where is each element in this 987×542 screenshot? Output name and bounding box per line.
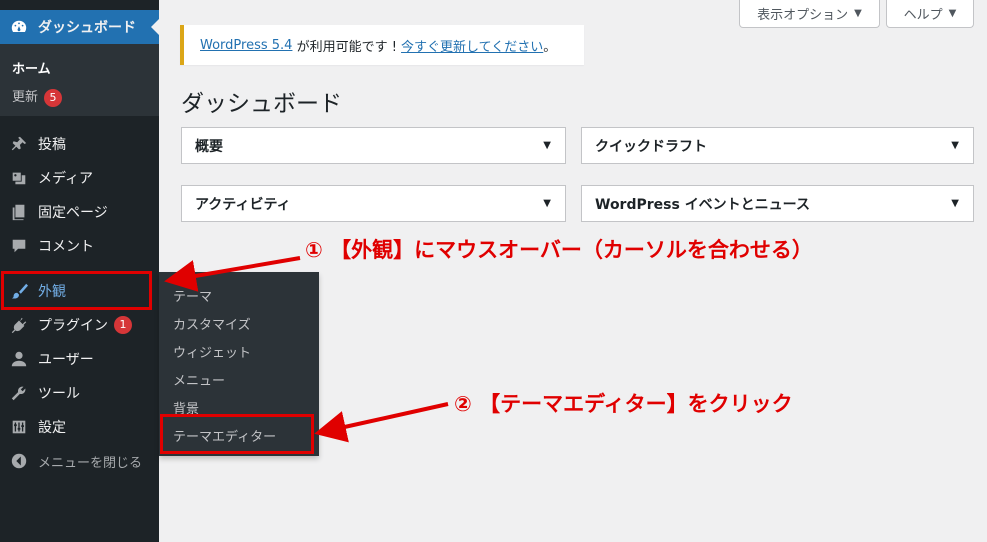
sidebar-item-plugins[interactable]: プラグイン 1 bbox=[0, 308, 159, 342]
appearance-flyout-menu: テーマ カスタマイズ ウィジェット メニュー 背景 テーマエディター bbox=[159, 272, 319, 456]
submenu-updates[interactable]: 更新 5 bbox=[12, 86, 63, 107]
current-menu-arrow bbox=[151, 19, 159, 35]
page-title: ダッシュボード bbox=[181, 91, 342, 117]
sidebar-item-posts[interactable]: 投稿 bbox=[0, 127, 159, 161]
pin-icon bbox=[8, 133, 30, 155]
help-button[interactable]: ヘルプ ▼ bbox=[886, 0, 974, 28]
annotation-step-2: ② 【テーマエディター】をクリック bbox=[454, 392, 793, 416]
widget-at-a-glance[interactable]: 概要 ▼ bbox=[181, 127, 566, 164]
brush-icon bbox=[8, 280, 30, 302]
notice-text: が利用可能です ! bbox=[292, 39, 402, 55]
comment-icon bbox=[8, 235, 30, 257]
sidebar-item-label: ツール bbox=[38, 386, 80, 402]
widget-title: アクティビティ bbox=[195, 196, 291, 213]
sidebar-item-comments[interactable]: コメント bbox=[0, 229, 159, 263]
plugins-count-badge: 1 bbox=[114, 316, 132, 334]
submenu-updates-label: 更新 bbox=[12, 90, 39, 105]
media-icon bbox=[8, 167, 30, 189]
sidebar-item-media[interactable]: メディア bbox=[0, 161, 159, 195]
help-label: ヘルプ bbox=[903, 8, 943, 23]
screen-options-button[interactable]: 表示オプション ▼ bbox=[739, 0, 880, 28]
wrench-icon bbox=[8, 382, 30, 404]
sidebar-item-label: 外観 bbox=[38, 284, 66, 300]
sidebar-item-label: 固定ページ bbox=[38, 205, 108, 221]
sidebar-item-dashboard[interactable]: ダッシュボード bbox=[0, 10, 159, 44]
wordpress-version-link[interactable]: WordPress 5.4 bbox=[200, 38, 292, 53]
dashboard-submenu: ホーム 更新 5 bbox=[0, 44, 159, 116]
notice-end: 。 bbox=[543, 39, 557, 55]
sidebar-item-users[interactable]: ユーザー bbox=[0, 342, 159, 376]
admin-sidebar: ダッシュボード ホーム 更新 5 投稿 メディア 固定ページ コメント 外観 プラ… bbox=[0, 0, 159, 542]
flyout-item-widgets[interactable]: ウィジェット bbox=[173, 342, 251, 361]
update-notice: WordPress 5.4 が利用可能です ! 今すぐ更新してください 。 bbox=[180, 25, 584, 65]
triangle-down-icon[interactable]: ▼ bbox=[543, 198, 551, 209]
user-icon bbox=[8, 348, 30, 370]
dashboard-icon bbox=[8, 16, 30, 38]
flyout-item-theme-editor[interactable]: テーマエディター bbox=[173, 426, 276, 445]
sidebar-item-label: 設定 bbox=[38, 420, 66, 436]
sidebar-item-pages[interactable]: 固定ページ bbox=[0, 195, 159, 229]
collapse-arrow-icon bbox=[8, 450, 30, 472]
widget-title: クイックドラフト bbox=[595, 138, 707, 155]
collapse-menu-label: メニューを閉じる bbox=[38, 455, 143, 471]
widget-title: 概要 bbox=[195, 138, 223, 155]
settings-icon bbox=[8, 416, 30, 438]
update-now-link[interactable]: 今すぐ更新してください bbox=[401, 36, 543, 55]
sidebar-item-settings[interactable]: 設定 bbox=[0, 410, 159, 444]
chevron-down-icon: ▼ bbox=[948, 8, 957, 19]
flyout-item-customize[interactable]: カスタマイズ bbox=[173, 314, 251, 333]
flyout-item-background[interactable]: 背景 bbox=[173, 398, 199, 417]
sidebar-item-label: ダッシュボード bbox=[38, 20, 136, 36]
updates-count-badge: 5 bbox=[44, 88, 63, 107]
chevron-down-icon: ▼ bbox=[854, 8, 862, 19]
triangle-down-icon[interactable]: ▼ bbox=[543, 140, 551, 151]
sidebar-item-tools[interactable]: ツール bbox=[0, 376, 159, 410]
triangle-down-icon[interactable]: ▼ bbox=[951, 198, 959, 209]
submenu-home[interactable]: ホーム bbox=[12, 58, 51, 77]
sidebar-item-label: ユーザー bbox=[38, 352, 94, 368]
sidebar-item-label: 投稿 bbox=[38, 137, 66, 153]
widget-events-news[interactable]: WordPress イベントとニュース ▼ bbox=[581, 185, 974, 222]
widget-quick-draft[interactable]: クイックドラフト ▼ bbox=[581, 127, 974, 164]
plugin-icon bbox=[8, 314, 30, 336]
sidebar-item-appearance[interactable]: 外観 bbox=[0, 272, 159, 310]
triangle-down-icon[interactable]: ▼ bbox=[951, 140, 959, 151]
widget-activity[interactable]: アクティビティ ▼ bbox=[181, 185, 566, 222]
page-icon bbox=[8, 201, 30, 223]
flyout-item-menus[interactable]: メニュー bbox=[173, 370, 225, 389]
annotation-step-1: ① 【外観】にマウスオーバー（カーソルを合わせる） bbox=[305, 238, 813, 262]
sidebar-item-label: プラグイン bbox=[38, 318, 108, 334]
screen-options-label: 表示オプション bbox=[757, 8, 849, 23]
collapse-menu-button[interactable]: メニューを閉じる bbox=[0, 444, 159, 478]
widget-title: WordPress イベントとニュース bbox=[595, 196, 810, 213]
annotation-arrow-2 bbox=[314, 402, 449, 443]
flyout-item-themes[interactable]: テーマ bbox=[173, 286, 212, 305]
sidebar-item-label: メディア bbox=[38, 171, 94, 187]
sidebar-item-label: コメント bbox=[38, 239, 94, 255]
